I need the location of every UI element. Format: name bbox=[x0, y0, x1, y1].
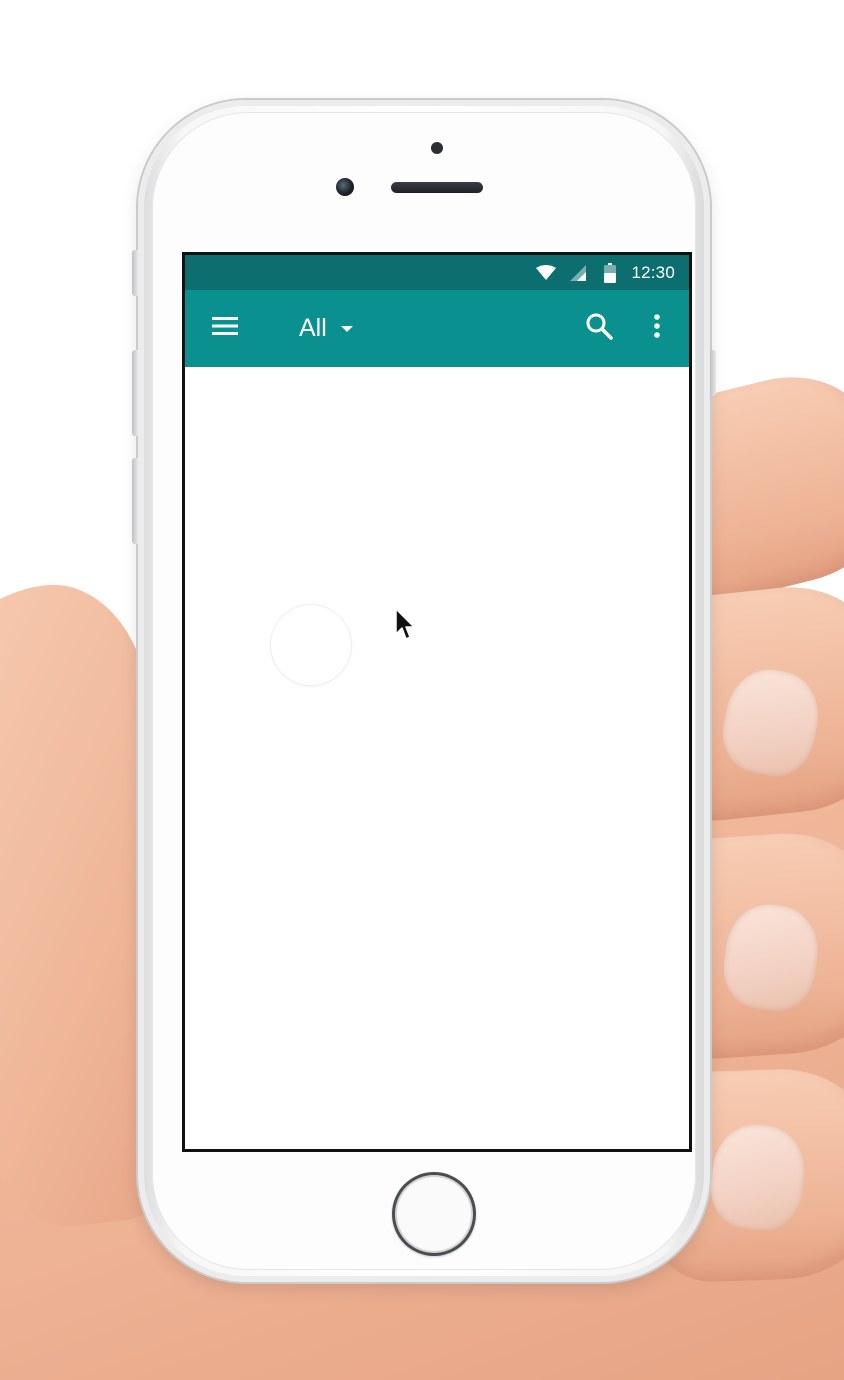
power-button bbox=[710, 350, 716, 396]
search-icon bbox=[585, 312, 613, 345]
phone-front-face: 12:30 All bbox=[152, 112, 696, 1270]
phone-screen: 12:30 All bbox=[182, 252, 692, 1152]
status-time: 12:30 bbox=[631, 262, 675, 282]
phone-device: 12:30 All bbox=[132, 100, 716, 1282]
more-vert-icon bbox=[653, 313, 661, 344]
overflow-menu-button[interactable] bbox=[635, 307, 679, 351]
filter-spinner[interactable]: All bbox=[299, 314, 353, 343]
volume-up-button bbox=[132, 350, 138, 436]
proximity-sensor bbox=[431, 142, 443, 154]
touch-indicator bbox=[271, 605, 351, 685]
home-button bbox=[392, 1172, 476, 1256]
hamburger-menu-icon bbox=[211, 315, 239, 342]
cell-signal-icon bbox=[567, 262, 589, 284]
scene: 12:30 All bbox=[0, 0, 844, 1380]
front-camera bbox=[336, 178, 354, 196]
dropdown-arrow-icon bbox=[340, 325, 353, 332]
filter-spinner-label: All bbox=[299, 314, 327, 342]
content-area[interactable] bbox=[185, 367, 689, 1149]
earpiece-speaker bbox=[391, 182, 483, 193]
mute-switch bbox=[132, 250, 138, 296]
search-button[interactable] bbox=[577, 307, 621, 351]
wifi-icon bbox=[535, 262, 557, 284]
mouse-pointer-icon bbox=[395, 608, 417, 642]
battery-icon bbox=[599, 262, 621, 284]
status-bar: 12:30 bbox=[185, 255, 689, 290]
app-toolbar: All bbox=[185, 290, 689, 367]
navigation-menu-button[interactable] bbox=[203, 307, 247, 351]
volume-down-button bbox=[132, 458, 138, 544]
